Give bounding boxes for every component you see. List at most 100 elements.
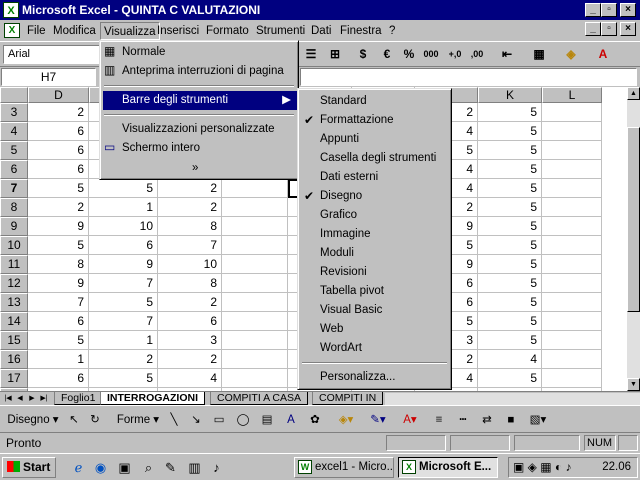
cell-d5[interactable]: 6 [28, 141, 89, 160]
cell-k15[interactable]: 5 [478, 331, 542, 350]
toolbar-item-formattazione[interactable]: Formattazione [320, 111, 394, 130]
cell-k4[interactable]: 5 [478, 122, 542, 141]
column-header-k[interactable]: K [478, 87, 542, 103]
close-button[interactable]: × [620, 3, 636, 17]
sheet-tab-interrogazioni[interactable]: INTERROGAZIONI [100, 392, 205, 405]
column-header-l[interactable]: L [542, 87, 602, 103]
cell-l13[interactable] [542, 293, 602, 312]
row-header[interactable]: 8 [0, 198, 28, 217]
menu-item-barre-strumenti[interactable]: Barre degli strumenti ▶ [103, 91, 297, 110]
scroll-up-icon[interactable]: ▲ [627, 87, 640, 100]
toolbar-item-immagine[interactable]: Immagine [320, 225, 371, 244]
sheet-tab-foglio1[interactable]: Foglio1 [54, 392, 103, 405]
merge-center-icon[interactable]: ⊞ [324, 44, 346, 65]
cell-d7[interactable]: 5 [28, 179, 89, 198]
scroll-thumb[interactable] [627, 127, 640, 312]
dash-style-icon[interactable]: ┅ [454, 410, 472, 430]
cell-g14[interactable] [222, 312, 288, 331]
cell-k12[interactable]: 5 [478, 274, 542, 293]
cell-l14[interactable] [542, 312, 602, 331]
cell-l11[interactable] [542, 255, 602, 274]
cell-d17[interactable]: 6 [28, 369, 89, 388]
cell-f7[interactable]: 2 [158, 179, 222, 198]
doc-restore-button[interactable]: ▫ [601, 22, 617, 36]
taskbar-excel-button[interactable]: X Microsoft E... [398, 457, 498, 478]
cell-e13[interactable]: 5 [89, 293, 158, 312]
cell-d9[interactable]: 9 [28, 217, 89, 236]
menu-item-schermo-intero[interactable]: Schermo intero [122, 139, 200, 158]
thousands-icon[interactable]: 000 [420, 44, 442, 65]
arrow-icon[interactable]: ↘ [188, 410, 204, 430]
cell-d12[interactable]: 9 [28, 274, 89, 293]
cell-k7[interactable]: 5 [478, 179, 542, 198]
first-sheet-icon[interactable]: |◀ [2, 393, 14, 405]
workbook-icon[interactable]: X [4, 23, 20, 38]
excel-icon[interactable]: X [3, 2, 19, 18]
disegno-menu-button[interactable]: Disegno ▾ [6, 410, 60, 430]
menu-visualizza[interactable]: Visualizza [100, 22, 160, 40]
cell-d15[interactable]: 5 [28, 331, 89, 350]
notepad-icon[interactable]: ✎ [162, 459, 179, 476]
row-header[interactable]: 16 [0, 350, 28, 369]
cell-e14[interactable]: 7 [89, 312, 158, 331]
cell-f14[interactable]: 6 [158, 312, 222, 331]
cell-d11[interactable]: 8 [28, 255, 89, 274]
start-button[interactable]: Start [2, 457, 56, 478]
cell-f16[interactable]: 2 [158, 350, 222, 369]
oval-icon[interactable]: ◯ [234, 410, 252, 430]
expand-menu-icon[interactable]: » [192, 159, 198, 178]
doc-close-button[interactable]: × [620, 22, 636, 36]
cell-e15[interactable]: 1 [89, 331, 158, 350]
line-icon[interactable]: ╲ [166, 410, 182, 430]
menu-inserisci[interactable]: Inserisci [154, 22, 202, 40]
toolbar-item-disegno[interactable]: Disegno [320, 187, 362, 206]
toolbar-item-grafico[interactable]: Grafico [320, 206, 357, 225]
select-all-corner[interactable] [0, 87, 28, 103]
clipart-icon[interactable]: ✿ [306, 410, 324, 430]
cell-l6[interactable] [542, 160, 602, 179]
cell-d4[interactable]: 6 [28, 122, 89, 141]
toolbar-item-appunti[interactable]: Appunti [320, 130, 359, 149]
cell-g10[interactable] [222, 236, 288, 255]
cell-k16[interactable]: 4 [478, 350, 542, 369]
maximize-button[interactable]: ▫ [601, 3, 617, 17]
row-header[interactable]: 10 [0, 236, 28, 255]
cell-l8[interactable] [542, 198, 602, 217]
menu-item-normale[interactable]: Normale [122, 43, 165, 62]
toolbar-item-casella-degli-strumenti[interactable]: Casella degli strumenti [320, 149, 436, 168]
currency-icon[interactable]: $ [352, 44, 374, 65]
forme-menu-button[interactable]: Forme ▾ [116, 410, 160, 430]
row-header[interactable]: 12 [0, 274, 28, 293]
row-header[interactable]: 4 [0, 122, 28, 141]
select-arrow-icon[interactable]: ↖ [66, 410, 82, 430]
cell-e11[interactable]: 9 [89, 255, 158, 274]
toolbar-item-moduli[interactable]: Moduli [320, 244, 354, 263]
row-header[interactable]: 5 [0, 141, 28, 160]
cell-k6[interactable]: 5 [478, 160, 542, 179]
vertical-scrollbar[interactable]: ▲ ▼ [627, 87, 640, 391]
menu-file[interactable]: File [24, 22, 49, 40]
minimize-button[interactable]: _ [585, 3, 601, 17]
tray-icons[interactable]: ▣ ◈ ▦ ◐ ♪ [513, 460, 572, 474]
toolbar-item-revisioni[interactable]: Revisioni [320, 263, 367, 282]
cell-d8[interactable]: 2 [28, 198, 89, 217]
doc-minimize-button[interactable]: _ [585, 22, 601, 36]
menu-finestra[interactable]: Finestra [337, 22, 385, 40]
sheet-tab-compiti-in[interactable]: COMPITI IN [312, 392, 384, 405]
line-style-icon[interactable]: ≡ [430, 410, 448, 430]
cell-f11[interactable]: 10 [158, 255, 222, 274]
decrease-decimal-icon[interactable]: ,00 [466, 44, 488, 65]
rectangle-icon[interactable]: ▭ [210, 410, 228, 430]
menu-item-personalizza[interactable]: Personalizza... [320, 368, 395, 387]
cell-g13[interactable] [222, 293, 288, 312]
menu-item-viste-personalizzate[interactable]: Visualizzazioni personalizzate [122, 120, 275, 139]
borders-icon[interactable]: ▦ [528, 44, 550, 65]
row-header[interactable]: 3 [0, 103, 28, 122]
toolbar-item-web[interactable]: Web [320, 320, 343, 339]
outlook-icon[interactable]: ◉ [92, 459, 109, 476]
cell-k17[interactable]: 5 [478, 369, 542, 388]
cell-e9[interactable]: 10 [89, 217, 158, 236]
cell-g12[interactable] [222, 274, 288, 293]
menu-help[interactable]: ? [386, 22, 398, 40]
row-header[interactable]: 6 [0, 160, 28, 179]
